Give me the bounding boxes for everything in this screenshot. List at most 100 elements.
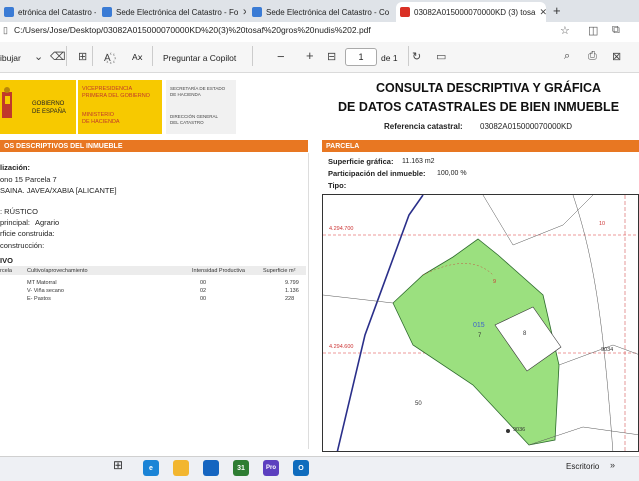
close-icon[interactable]: ✕ xyxy=(242,7,246,18)
toolbar-divider xyxy=(408,46,409,66)
file-icon: ▯ xyxy=(3,25,8,35)
cultivo-label: IVO xyxy=(0,256,13,265)
clase-value: : RÚSTICO xyxy=(0,207,38,216)
table-header-intensidad: Intensidad Productiva xyxy=(192,268,245,274)
poligono-number: 015 xyxy=(473,322,485,329)
collections-icon[interactable]: ⧉ xyxy=(612,24,620,37)
toolbar-divider xyxy=(252,46,253,66)
pdf-toolbar xyxy=(0,42,639,73)
print-icon[interactable]: ⎙ xyxy=(588,50,597,63)
utm-coord-label: 4.294.600 xyxy=(329,344,354,350)
rotate-icon[interactable]: ↻ xyxy=(412,50,421,63)
catastro-favicon-icon xyxy=(102,7,112,17)
neighbor-parcel-label: 9034 xyxy=(601,347,614,353)
coat-of-arms-icon xyxy=(2,87,12,118)
search-icon[interactable]: ⌕ xyxy=(564,50,570,63)
eraser-icon[interactable]: ⌫ xyxy=(50,50,66,63)
neighbor-parcel-label: 50 xyxy=(415,401,422,407)
page-number-input[interactable]: 1 xyxy=(345,48,377,66)
localizacion-line2: SAINA. JAVEA/XABIA [ALICANTE] xyxy=(0,186,117,195)
zoom-in-button[interactable]: + xyxy=(306,48,314,63)
outlook-icon[interactable]: O xyxy=(293,460,309,476)
direccion-text: DIRECCIÓN GENERAL DEL CATASTRO xyxy=(170,114,219,125)
file-explorer-icon[interactable] xyxy=(173,460,189,476)
catastro-favicon-icon xyxy=(252,7,262,17)
doc-title-line2: DE DATOS CATASTRALES DE BIEN INMUEBLE xyxy=(338,100,620,114)
logo-ministerio-block: VICEPRESIDENCIA PRIMERA DEL GOBIERNO MIN… xyxy=(78,80,162,134)
desktop-toolbar-label[interactable]: Escritorio xyxy=(566,462,599,471)
localizacion-line1: ono 15 Parcela 7 xyxy=(0,175,57,184)
superficie-construida-label: rficie construida: xyxy=(0,229,55,238)
ref-catastral-value: 03082A015000070000KD xyxy=(480,122,573,131)
tab-catastro-2[interactable]: Sede Electrónica del Catastro - Fo ✕ xyxy=(98,2,246,22)
windows-taskbar xyxy=(0,456,639,481)
table-header-superficie: Superficie m² xyxy=(263,268,296,274)
fit-page-icon[interactable]: ⊟ xyxy=(327,50,336,63)
url-field[interactable]: C:/Users/Jose/Desktop/03082A015000070000… xyxy=(14,25,371,35)
utm-coord-label: 4.294.700 xyxy=(329,226,354,232)
doc-title-line1: CONSULTA DESCRIPTIVA Y GRÁFICA xyxy=(376,81,602,95)
task-view-icon[interactable]: ⊞ xyxy=(113,458,123,472)
tab-catastro-1[interactable]: etrónica del Catastro - Co ✕ xyxy=(0,2,96,22)
parcela-number: 7 xyxy=(478,333,482,339)
catastro-favicon-icon xyxy=(4,7,14,17)
table-cell: 1.136 xyxy=(285,288,299,294)
uso-value: Agrario xyxy=(35,218,60,227)
page-view-icon[interactable]: ▭ xyxy=(436,50,446,63)
superficie-grafica-label: Superficie gráfica: xyxy=(328,157,394,166)
coat-of-arms-logo xyxy=(0,80,18,134)
cadastral-map[interactable]: 4.294.700 4.294.600 015 7 50 8 9034 10 9… xyxy=(322,194,639,452)
table-header-cultivo: Cultivo/aprovechamiento xyxy=(27,268,88,274)
tipo-label: Tipo: xyxy=(328,181,347,190)
text-box-icon[interactable]: ⊞ xyxy=(78,50,87,63)
calendar-icon[interactable]: 31 xyxy=(233,460,249,476)
table-row: E- Pastos xyxy=(27,296,51,302)
split-screen-icon[interactable]: ◫ xyxy=(588,24,598,37)
edge-icon[interactable]: e xyxy=(143,460,159,476)
pdf-favicon-icon xyxy=(400,7,410,17)
table-row: MT Matorral xyxy=(27,280,57,286)
close-icon[interactable]: ✕ xyxy=(539,7,546,18)
tab-pdf-active[interactable]: 03082A015000070000KD (3) tosa ✕ xyxy=(396,2,546,22)
toolbar-divider xyxy=(152,46,153,66)
participacion-value: 100,00 % xyxy=(437,170,467,177)
chevron-icon[interactable]: » xyxy=(610,460,615,470)
mail-icon[interactable] xyxy=(203,460,219,476)
table-row: V- Viña secano xyxy=(27,288,64,294)
table-cell: 02 xyxy=(200,288,207,294)
zoom-out-button[interactable]: − xyxy=(277,49,285,64)
superficie-grafica-value: 11.163 m2 xyxy=(402,158,435,165)
draw-button[interactable]: ibujar xyxy=(0,53,21,63)
close-icon[interactable]: ✕ xyxy=(393,7,394,18)
localizacion-label: lización: xyxy=(0,163,31,172)
toolbar-divider xyxy=(66,46,67,66)
neighbor-parcel-label: 8 xyxy=(523,331,527,337)
project-icon[interactable]: Pro xyxy=(263,460,279,476)
table-cell: 00 xyxy=(200,280,207,286)
secretaria-text: SECRETARÍA DE ESTADO DE HACIENDA xyxy=(170,86,226,97)
participacion-label: Participación del inmueble: xyxy=(328,169,426,178)
logo-secretaria-block: SECRETARÍA DE ESTADO DE HACIENDA DIRECCI… xyxy=(166,80,236,134)
anio-construccion-label: construcción: xyxy=(0,241,45,250)
page-count: de 1 xyxy=(381,53,398,63)
translate-button[interactable]: Aⅹ xyxy=(132,52,143,63)
dropdown-chevron-icon[interactable]: ⌄ xyxy=(34,50,43,63)
new-tab-button[interactable]: + xyxy=(553,3,561,18)
uso-label: principal: xyxy=(0,218,31,227)
read-aloud-icon[interactable]: A꙰ xyxy=(104,50,111,64)
section-header-parcela: PARCELA xyxy=(322,140,639,152)
neighbor-parcel-label: 10 xyxy=(599,221,606,227)
copilot-button[interactable]: Preguntar a Copilot xyxy=(163,53,236,63)
toolbar-divider xyxy=(92,46,93,66)
table-cell: 9.799 xyxy=(285,280,299,286)
gobierno-text: GOBIERNO DE ESPAÑA xyxy=(32,101,66,115)
logo-gobierno-block: GOBIERNO DE ESPAÑA xyxy=(18,80,76,134)
ministerio-text: MINISTERIO DE HACIENDA xyxy=(82,112,120,125)
table-header-parcela: rcela xyxy=(0,268,12,274)
ref-catastral-label: Referencia catastral: xyxy=(384,122,463,131)
favorite-star-icon[interactable]: ☆ xyxy=(560,24,570,37)
vicepresidencia-text: VICEPRESIDENCIA PRIMERA DEL GOBIERNO xyxy=(82,86,150,99)
neighbor-parcel-label: 9 xyxy=(493,279,497,285)
tab-catastro-3[interactable]: Sede Electrónica del Catastro - Co ✕ xyxy=(248,2,394,22)
save-icon[interactable]: ⊠ xyxy=(612,50,621,63)
